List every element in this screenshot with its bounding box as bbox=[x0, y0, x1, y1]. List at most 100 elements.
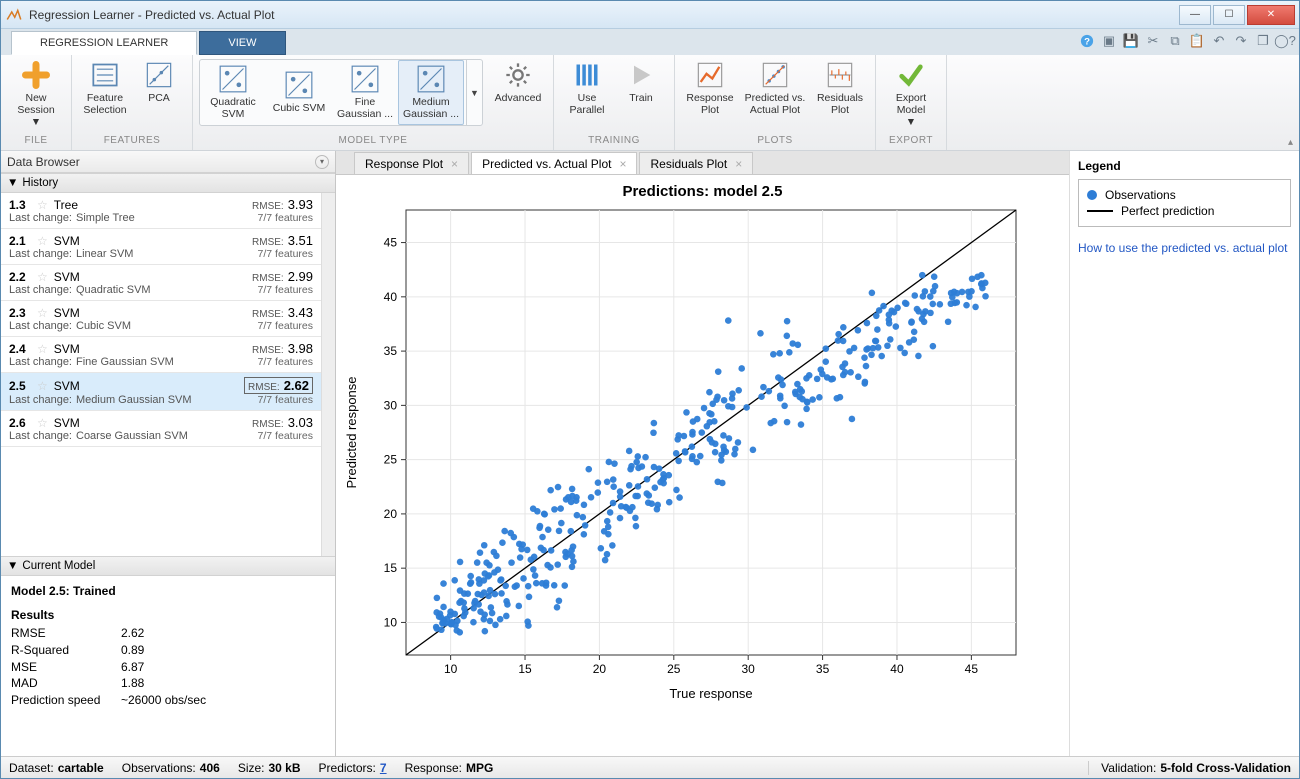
save-icon[interactable]: 💾 bbox=[1123, 33, 1139, 49]
data-browser-panel: Data Browser ▾ ▼ History 1.3☆TreeRMSE: 3… bbox=[1, 151, 336, 756]
data-browser-header: Data Browser ▾ bbox=[1, 151, 335, 173]
history-item[interactable]: 2.4☆SVMRMSE: 3.98Last change:Fine Gaussi… bbox=[1, 337, 321, 373]
tab-predicted-vs-actual[interactable]: Predicted vs. Actual Plot× bbox=[471, 152, 637, 174]
pca-button[interactable]: PCA bbox=[132, 59, 186, 106]
plus-icon bbox=[22, 61, 50, 89]
feature-selection-button[interactable]: Feature Selection bbox=[78, 59, 132, 118]
close-icon[interactable]: × bbox=[735, 157, 742, 171]
model-medium-gaussian[interactable]: Medium Gaussian ... bbox=[398, 60, 464, 125]
tab-regression-learner[interactable]: REGRESSION LEARNER bbox=[11, 31, 197, 55]
paste-icon[interactable]: 📋 bbox=[1189, 33, 1205, 49]
svg-text:?: ? bbox=[1084, 37, 1090, 48]
tab-residuals-plot[interactable]: Residuals Plot× bbox=[639, 152, 753, 174]
star-icon[interactable]: ☆ bbox=[37, 416, 48, 430]
model-gallery-expand[interactable]: ▼ bbox=[466, 60, 482, 125]
minimize-button[interactable]: — bbox=[1179, 5, 1211, 25]
metric-row: MAD1.88 bbox=[11, 675, 325, 692]
window-title: Regression Learner - Predicted vs. Actua… bbox=[29, 8, 1179, 22]
star-icon[interactable]: ☆ bbox=[37, 306, 48, 320]
tab-response-plot[interactable]: Response Plot× bbox=[354, 152, 469, 174]
qa-icon-9[interactable]: ❐ bbox=[1255, 33, 1271, 49]
scrollbar[interactable] bbox=[321, 193, 335, 556]
svg-text:30: 30 bbox=[742, 662, 756, 676]
advanced-button[interactable]: Advanced bbox=[489, 59, 547, 106]
predicted-vs-actual-button[interactable]: Predicted vs. Actual Plot bbox=[739, 59, 811, 118]
svg-text:40: 40 bbox=[890, 662, 904, 676]
status-observations: Observations:406 bbox=[122, 761, 220, 775]
toolstrip-collapse-icon[interactable]: ▴ bbox=[1288, 137, 1293, 148]
close-icon[interactable]: × bbox=[619, 157, 626, 171]
svg-text:True response: True response bbox=[669, 686, 752, 701]
quick-access-toolbar: ? ▣ 💾 ✂ ⧉ 📋 ↶ ↷ ❐ ◯? bbox=[1079, 33, 1293, 49]
line-icon bbox=[1087, 210, 1113, 212]
model-gallery[interactable]: Quadratic SVM Cubic SVM Fine Gaussian ..… bbox=[199, 59, 483, 126]
history-item[interactable]: 2.3☆SVMRMSE: 3.43Last change:Cubic SVM7/… bbox=[1, 301, 321, 337]
use-parallel-button[interactable]: Use Parallel bbox=[560, 59, 614, 118]
qa-icon-2[interactable]: ▣ bbox=[1101, 33, 1117, 49]
parallel-bars-icon bbox=[573, 61, 601, 89]
history-header[interactable]: ▼ History bbox=[1, 173, 335, 193]
help-icon[interactable]: ? bbox=[1079, 33, 1095, 49]
svg-text:35: 35 bbox=[816, 662, 830, 676]
chart-title: Predictions: model 2.5 bbox=[336, 175, 1069, 200]
history-item[interactable]: 1.3☆TreeRMSE: 3.93Last change:Simple Tre… bbox=[1, 193, 321, 229]
dot-icon bbox=[1087, 190, 1097, 200]
undo-icon[interactable]: ↶ bbox=[1211, 33, 1227, 49]
legend-perfect: Perfect prediction bbox=[1087, 204, 1282, 218]
new-session-button[interactable]: New Session▼ bbox=[7, 59, 65, 130]
panel-options-icon[interactable]: ▾ bbox=[315, 155, 329, 169]
close-icon[interactable]: × bbox=[451, 157, 458, 171]
response-plot-button[interactable]: Response Plot bbox=[681, 59, 739, 118]
checklist-icon bbox=[91, 61, 119, 89]
svg-text:40: 40 bbox=[384, 290, 398, 304]
svg-text:15: 15 bbox=[384, 561, 398, 575]
toolstrip-group-model-type: Quadratic SVM Cubic SVM Fine Gaussian ..… bbox=[193, 55, 554, 150]
star-icon[interactable]: ☆ bbox=[37, 379, 48, 393]
history-item[interactable]: 2.6☆SVMRMSE: 3.03Last change:Coarse Gaus… bbox=[1, 411, 321, 447]
cut-icon[interactable]: ✂ bbox=[1145, 33, 1161, 49]
pca-icon bbox=[145, 61, 173, 89]
history-item[interactable]: 2.1☆SVMRMSE: 3.51Last change:Linear SVM7… bbox=[1, 229, 321, 265]
svg-text:25: 25 bbox=[384, 453, 398, 467]
svg-text:Predicted response: Predicted response bbox=[344, 376, 359, 488]
status-size: Size:30 kB bbox=[238, 761, 301, 775]
svg-text:20: 20 bbox=[384, 507, 398, 521]
redo-icon[interactable]: ↷ bbox=[1233, 33, 1249, 49]
metric-row: MSE6.87 bbox=[11, 659, 325, 676]
train-button[interactable]: Train bbox=[614, 59, 668, 106]
tab-view[interactable]: VIEW bbox=[199, 31, 285, 55]
legend-box: Observations Perfect prediction bbox=[1078, 179, 1291, 227]
model-quadratic-svm[interactable]: Quadratic SVM bbox=[200, 60, 266, 125]
close-button[interactable]: ✕ bbox=[1247, 5, 1295, 25]
svg-text:45: 45 bbox=[965, 662, 979, 676]
toolstrip: New Session▼ FILE Feature Selection PCA … bbox=[1, 55, 1299, 151]
star-icon[interactable]: ☆ bbox=[37, 198, 48, 212]
star-icon[interactable]: ☆ bbox=[37, 270, 48, 284]
metric-row: RMSE2.62 bbox=[11, 625, 325, 642]
scatter-chart: 10152025303540451015202530354045True res… bbox=[336, 200, 1036, 710]
current-model-header[interactable]: ▼ Current Model bbox=[1, 556, 335, 576]
current-model-heading: Model 2.5: Trained bbox=[11, 584, 325, 598]
svg-text:10: 10 bbox=[444, 662, 458, 676]
svg-text:20: 20 bbox=[593, 662, 607, 676]
svg-text:30: 30 bbox=[384, 398, 398, 412]
history-item[interactable]: 2.2☆SVMRMSE: 2.99Last change:Quadratic S… bbox=[1, 265, 321, 301]
metric-row: R-Squared0.89 bbox=[11, 642, 325, 659]
star-icon[interactable]: ☆ bbox=[37, 234, 48, 248]
context-help-icon[interactable]: ◯? bbox=[1277, 33, 1293, 49]
history-list: 1.3☆TreeRMSE: 3.93Last change:Simple Tre… bbox=[1, 193, 335, 556]
svg-text:45: 45 bbox=[384, 236, 398, 250]
help-link[interactable]: How to use the predicted vs. actual plot bbox=[1078, 241, 1291, 257]
star-icon[interactable]: ☆ bbox=[37, 342, 48, 356]
status-validation: Validation:5-fold Cross-Validation bbox=[1088, 761, 1291, 775]
model-cubic-svm[interactable]: Cubic SVM bbox=[266, 66, 332, 119]
residuals-plot-button[interactable]: Residuals Plot bbox=[811, 59, 869, 118]
export-model-button[interactable]: Export Model▼ bbox=[882, 59, 940, 130]
maximize-button[interactable]: ☐ bbox=[1213, 5, 1245, 25]
history-item[interactable]: 2.5☆SVMRMSE: 2.62Last change:Medium Gaus… bbox=[1, 373, 321, 411]
svg-text:10: 10 bbox=[384, 615, 398, 629]
toolstrip-group-plots: Response Plot Predicted vs. Actual Plot … bbox=[675, 55, 876, 150]
copy-icon[interactable]: ⧉ bbox=[1167, 33, 1183, 49]
legend-panel: Legend Observations Perfect prediction H… bbox=[1069, 151, 1299, 756]
model-fine-gaussian[interactable]: Fine Gaussian ... bbox=[332, 60, 398, 125]
